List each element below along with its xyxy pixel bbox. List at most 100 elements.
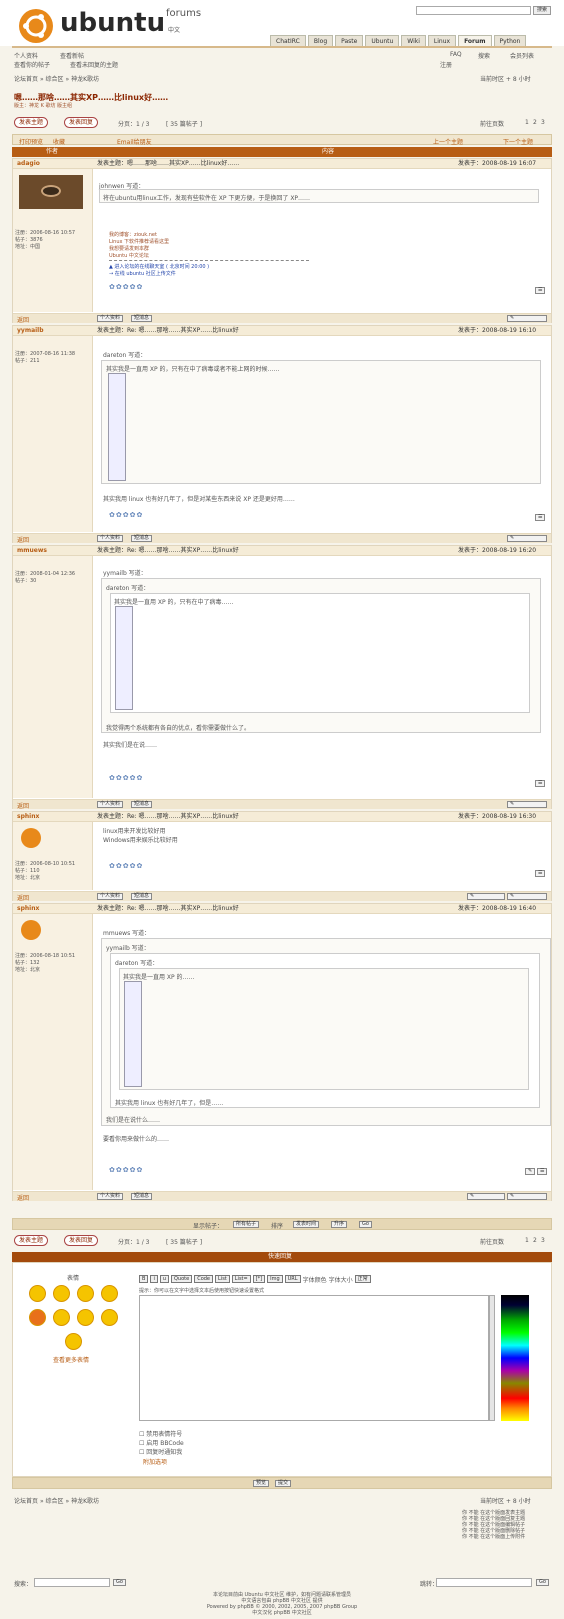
pm-button[interactable]: 短消息: [131, 1193, 153, 1200]
tab-wiki[interactable]: Wiki: [401, 35, 426, 46]
sort-go-button[interactable]: Go: [359, 1221, 372, 1228]
breadcrumb-home[interactable]: 论坛首页: [14, 76, 38, 83]
signature-link[interactable]: → 在线 ubuntu 社区上传文件: [109, 270, 176, 277]
list-button[interactable]: List: [215, 1275, 230, 1283]
url-button[interactable]: URL: [284, 1275, 301, 1283]
site-search-button[interactable]: 搜索: [533, 6, 551, 15]
edit-button[interactable]: ✎: [467, 1193, 505, 1200]
jump-go-button[interactable]: Go: [536, 1579, 549, 1586]
breadcrumb-area[interactable]: 综合区: [46, 1498, 64, 1505]
smiley-icon[interactable]: [29, 1285, 46, 1302]
breadcrumb-forum[interactable]: 神龙K歌坊: [71, 76, 99, 83]
page-link[interactable]: 1: [525, 119, 529, 126]
post-author[interactable]: adagio: [17, 159, 40, 169]
breadcrumb-area[interactable]: 综合区: [46, 76, 64, 83]
more-smilies-link[interactable]: 查看更多表情: [53, 1355, 89, 1364]
pm-link[interactable]: 查看新帖: [60, 51, 84, 60]
forum-search-go[interactable]: Go: [113, 1579, 126, 1586]
search-link[interactable]: 搜索: [478, 51, 490, 60]
back-to-top-link[interactable]: 返回: [17, 315, 29, 324]
pm-button[interactable]: 短消息: [131, 893, 153, 900]
prev-topic-link[interactable]: 上一个主题: [433, 137, 463, 146]
page-link[interactable]: 1: [525, 1237, 529, 1244]
tab-chatirc[interactable]: ChatIRC: [270, 35, 306, 46]
site-search-input[interactable]: [416, 6, 531, 15]
more-options-link[interactable]: 附加选项: [143, 1457, 167, 1466]
option-disable-smilies[interactable]: ☐ 禁用表情符号: [139, 1429, 182, 1438]
bookmark-link[interactable]: 收藏: [53, 137, 65, 146]
sort-key-select[interactable]: 发表时间: [293, 1221, 320, 1228]
reply-quote-button[interactable]: ✎: [507, 1193, 547, 1200]
smiley-icon[interactable]: [101, 1309, 118, 1326]
members-link[interactable]: 会员列表: [510, 51, 534, 60]
quote-icon[interactable]: ☰: [535, 780, 546, 787]
profile-link[interactable]: 个人资料: [14, 51, 38, 60]
font-size-select[interactable]: 正常: [354, 1275, 371, 1283]
tab-linux[interactable]: Linux: [427, 35, 457, 46]
profile-button[interactable]: 个人资料: [97, 801, 124, 808]
code-button[interactable]: Code: [194, 1275, 214, 1283]
smiley-icon[interactable]: [29, 1309, 46, 1326]
smiley-icon[interactable]: [53, 1309, 70, 1326]
back-to-top-link[interactable]: 返回: [17, 1193, 29, 1202]
page-link[interactable]: 3: [541, 1237, 545, 1244]
my-posts-link[interactable]: 查看你的帖子: [14, 60, 50, 69]
ubuntu-logo-icon[interactable]: [18, 8, 54, 46]
print-link[interactable]: 打印预览: [19, 137, 43, 146]
profile-button[interactable]: 个人资料: [97, 893, 124, 900]
tab-blog[interactable]: Blog: [307, 35, 334, 46]
new-topic-button[interactable]: 发表主题: [14, 117, 49, 128]
register-link[interactable]: 注册: [440, 60, 452, 69]
reply-button[interactable]: 发表回复: [64, 117, 99, 128]
submit-button[interactable]: 提交: [275, 1480, 292, 1487]
list-item-button[interactable]: [*]: [252, 1275, 266, 1283]
preview-button[interactable]: 预览: [253, 1480, 270, 1487]
underline-button[interactable]: u: [159, 1275, 169, 1283]
color-palette[interactable]: [501, 1295, 529, 1421]
post-author[interactable]: sphinx: [17, 904, 39, 914]
quote-button[interactable]: Quote: [171, 1275, 193, 1283]
quote-icon[interactable]: ☰: [535, 870, 546, 877]
forum-search-input[interactable]: [34, 1578, 110, 1587]
post-author[interactable]: yymailb: [17, 326, 44, 336]
reply-quote-button[interactable]: ✎: [507, 535, 547, 542]
breadcrumb-home[interactable]: 论坛首页: [14, 1498, 38, 1505]
pm-button[interactable]: 短消息: [131, 801, 153, 808]
option-bbcode[interactable]: ☐ 启用 BBCode: [139, 1438, 184, 1447]
tab-paste[interactable]: Paste: [335, 35, 364, 46]
jump-select[interactable]: [436, 1578, 532, 1587]
tab-python[interactable]: Python: [493, 35, 527, 46]
post-author[interactable]: sphinx: [17, 812, 39, 822]
pm-button[interactable]: 短消息: [131, 315, 153, 322]
sort-days-select[interactable]: 所有帖子: [233, 1221, 260, 1228]
post-author[interactable]: mmuews: [17, 546, 47, 556]
smiley-icon[interactable]: [65, 1333, 82, 1350]
faq-link[interactable]: FAQ: [450, 51, 462, 58]
textarea-scrollbar[interactable]: [489, 1295, 495, 1421]
image-button[interactable]: Img: [267, 1275, 283, 1283]
quote-icon[interactable]: ☰: [535, 514, 546, 521]
reply-quote-button[interactable]: ✎: [507, 801, 547, 808]
page-link[interactable]: 3: [541, 119, 545, 126]
unanswered-link[interactable]: 查看未回复的主题: [70, 60, 118, 69]
profile-button[interactable]: 个人资料: [97, 1193, 124, 1200]
profile-button[interactable]: 个人资料: [97, 315, 124, 322]
quote-icon[interactable]: ☰: [537, 1168, 548, 1175]
italic-button[interactable]: i: [150, 1275, 158, 1283]
page-link[interactable]: 2: [533, 119, 537, 126]
next-topic-link[interactable]: 下一个主题: [503, 137, 533, 146]
quote-icon[interactable]: ☰: [535, 287, 546, 294]
edit-button[interactable]: ✎: [467, 893, 505, 900]
breadcrumb-forum[interactable]: 神龙K歌坊: [71, 1498, 99, 1505]
smiley-icon[interactable]: [77, 1309, 94, 1326]
reply-button[interactable]: 发表回复: [64, 1235, 99, 1246]
tab-ubuntu[interactable]: Ubuntu: [365, 35, 400, 46]
sort-order-select[interactable]: 升序: [331, 1221, 348, 1228]
back-to-top-link[interactable]: 返回: [17, 535, 29, 544]
reply-quote-button[interactable]: ✎: [507, 315, 547, 322]
back-to-top-link[interactable]: 返回: [17, 893, 29, 902]
smiley-icon[interactable]: [101, 1285, 118, 1302]
profile-button[interactable]: 个人资料: [97, 535, 124, 542]
reply-quote-button[interactable]: ✎: [507, 893, 547, 900]
bold-button[interactable]: B: [139, 1275, 149, 1283]
